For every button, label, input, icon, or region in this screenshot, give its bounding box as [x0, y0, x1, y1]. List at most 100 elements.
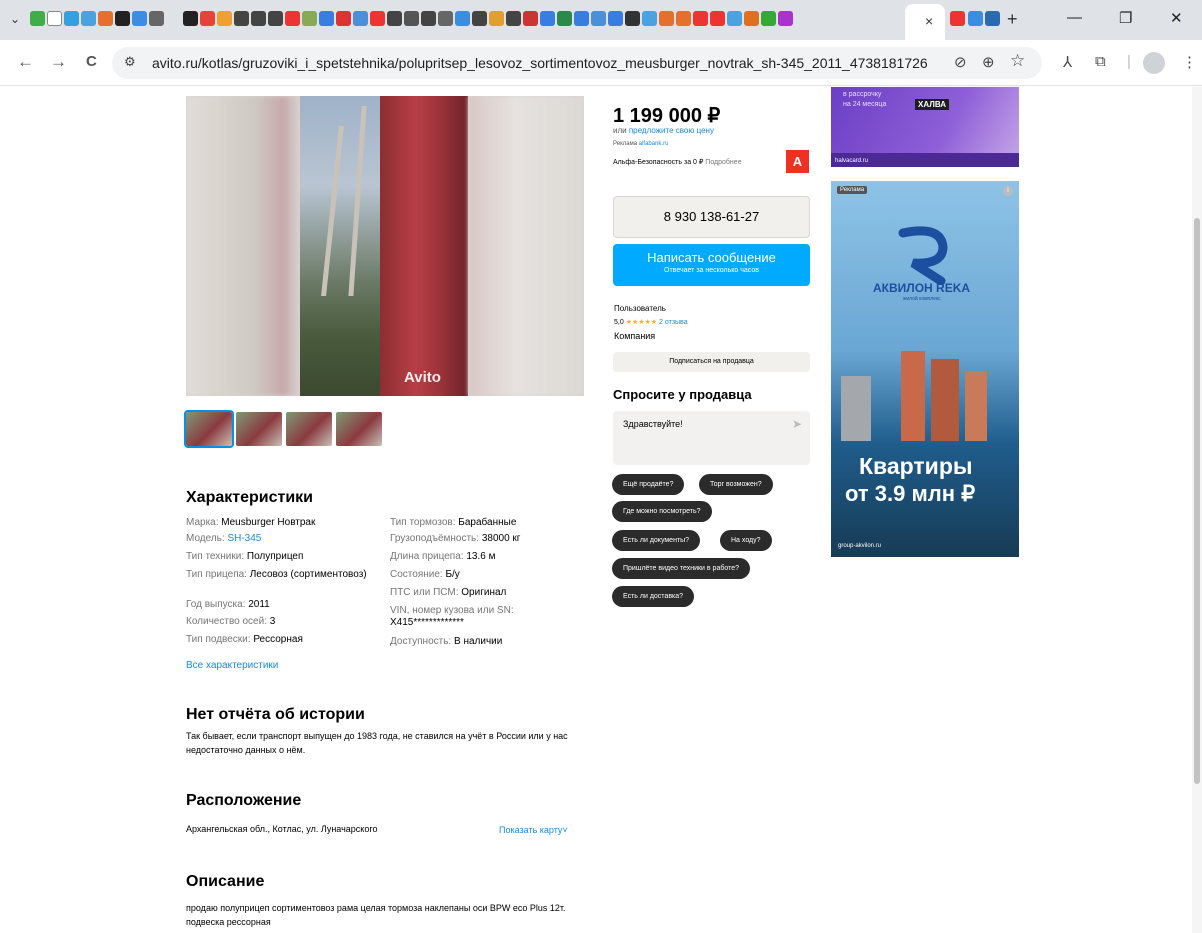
tab-favicon-icon[interactable]	[676, 11, 691, 26]
zoom-icon[interactable]: ⊕	[982, 53, 995, 71]
bookmark-star-icon[interactable]: ☆	[1010, 51, 1025, 71]
extension-icon[interactable]: ⅄	[1063, 53, 1072, 71]
tab-favicon-icon[interactable]	[30, 11, 45, 26]
tab-favicon-icon[interactable]	[574, 11, 589, 26]
menu-icon[interactable]: ⋮	[1182, 53, 1197, 71]
eye-off-icon[interactable]: ⊘	[954, 53, 967, 71]
subscribe-button[interactable]: Подписаться на продавца	[613, 352, 810, 372]
seller-name[interactable]: Пользователь	[614, 304, 666, 313]
tab-favicon-icon[interactable]	[778, 11, 793, 26]
url-text[interactable]: avito.ru/kotlas/gruzoviki_i_spetstehnika…	[152, 55, 928, 71]
alfa-logo[interactable]: А	[786, 150, 809, 173]
tab-favicon-icon[interactable]	[472, 11, 487, 26]
tab-favicon-icon[interactable]	[200, 11, 215, 26]
ad-info-icon[interactable]: i	[1003, 186, 1013, 196]
all-specs-link[interactable]: Все характеристики	[186, 660, 278, 672]
tab-favicon-icon[interactable]	[268, 11, 283, 26]
ad-banner-top[interactable]: в рассрочку на 24 месяца ХАЛВА halvacard…	[831, 87, 1019, 167]
forward-icon[interactable]: →	[50, 52, 67, 72]
tab-favicon-icon[interactable]	[489, 11, 504, 26]
profile-avatar[interactable]	[1143, 52, 1165, 74]
tab-favicon-icon[interactable]	[353, 11, 368, 26]
tab-favicon-icon[interactable]	[950, 11, 965, 26]
phone-button[interactable]: 8 930 138-61-27	[613, 196, 810, 238]
tab-favicon-icon[interactable]	[319, 11, 334, 26]
tab-favicon-icon[interactable]	[370, 11, 385, 26]
tab-favicon-icon[interactable]	[302, 11, 317, 26]
quick-question-chip[interactable]: Пришлёте видео техники в работе?	[612, 558, 751, 579]
ad-banner-main[interactable]: Реклама i АКВИЛОН REKA жилой комплекс Кв…	[831, 181, 1019, 557]
ad-domain-link[interactable]: alfabank.ru	[639, 141, 669, 147]
tab-favicon-icon[interactable]	[251, 11, 266, 26]
reload-icon[interactable]: C	[86, 53, 97, 70]
insurance-more-link[interactable]: Подробнее	[705, 159, 741, 166]
site-info-icon[interactable]: ⚙	[124, 54, 136, 70]
back-icon[interactable]: ←	[17, 52, 34, 72]
tab-favicon-icon[interactable]	[540, 11, 555, 26]
tab-favicon-icon[interactable]	[625, 11, 640, 26]
puzzle-icon[interactable]: ⧉	[1095, 53, 1106, 70]
tab-favicon-icon[interactable]	[744, 11, 759, 26]
write-message-button[interactable]: Написать сообщение Отвечает за несколько…	[613, 244, 810, 286]
tab-favicon-icon[interactable]	[183, 11, 198, 26]
tab-favicon-icon[interactable]	[81, 11, 96, 26]
tab-favicon-icon[interactable]	[693, 11, 708, 26]
new-tab-button[interactable]: +	[1007, 9, 1018, 30]
offer-price-link[interactable]: предложите свою цену	[629, 126, 714, 135]
thumbnail[interactable]	[236, 412, 282, 446]
tab-favicon-icon[interactable]	[166, 11, 181, 26]
tab-favicon-icon[interactable]	[506, 11, 521, 26]
tab-search-icon[interactable]: ⌄	[10, 12, 20, 26]
tab-favicon-icon[interactable]	[404, 11, 419, 26]
tab-favicon-icon[interactable]	[608, 11, 623, 26]
model-link[interactable]: SH-345	[227, 533, 261, 544]
tab-favicon-icon[interactable]	[455, 11, 470, 26]
send-icon[interactable]: ➤	[792, 417, 802, 431]
tab-favicon-icon[interactable]	[47, 11, 62, 26]
tab-favicon-icon[interactable]	[985, 11, 1000, 26]
quick-question-chip[interactable]: На ходу?	[720, 530, 772, 551]
tab-favicon-icon[interactable]	[98, 11, 113, 26]
show-map-link[interactable]: Показать карту˅	[499, 823, 568, 837]
tab-favicon-icon[interactable]	[968, 11, 983, 26]
thumbnail[interactable]	[336, 412, 382, 446]
tab-favicon-icon[interactable]	[285, 11, 300, 26]
tab-favicon-icon[interactable]	[659, 11, 674, 26]
scrollbar-thumb[interactable]	[1194, 218, 1200, 784]
address-bar[interactable]: ⚙ avito.ru/kotlas/gruzoviki_i_spetstehni…	[112, 47, 1042, 79]
main-photo[interactable]	[300, 96, 468, 396]
thumbnail[interactable]	[286, 412, 332, 446]
tab-favicon-icon[interactable]	[710, 11, 725, 26]
tab-favicon-icon[interactable]	[642, 11, 657, 26]
tab-favicon-icon[interactable]	[336, 11, 351, 26]
tab-favicon-icon[interactable]	[761, 11, 776, 26]
tab-favicon-icon[interactable]	[115, 11, 130, 26]
close-window-icon[interactable]: ✕	[1170, 9, 1183, 27]
tab-favicon-icon[interactable]	[421, 11, 436, 26]
restore-icon[interactable]: ❐	[1119, 9, 1132, 27]
close-tab-icon[interactable]: ×	[925, 13, 933, 29]
quick-question-chip[interactable]: Торг возможен?	[699, 474, 773, 495]
pinned-tabs[interactable]	[30, 11, 793, 26]
tab-favicon-icon[interactable]	[557, 11, 572, 26]
quick-question-chip[interactable]: Есть ли документы?	[612, 530, 701, 551]
tab-favicon-icon[interactable]	[438, 11, 453, 26]
ask-input[interactable]: Здравствуйте! ➤	[613, 411, 810, 465]
thumbnail[interactable]	[184, 410, 234, 448]
active-tab[interactable]: ×	[905, 4, 945, 40]
photo-gallery[interactable]: Avito	[186, 96, 584, 396]
tab-favicon-icon[interactable]	[523, 11, 538, 26]
tab-favicon-icon[interactable]	[217, 11, 232, 26]
tab-favicon-icon[interactable]	[387, 11, 402, 26]
minimize-icon[interactable]: —	[1067, 9, 1082, 26]
quick-question-chip[interactable]: Ещё продаёте?	[612, 474, 685, 495]
tab-favicon-icon[interactable]	[64, 11, 79, 26]
tab-favicon-icon[interactable]	[132, 11, 147, 26]
quick-question-chip[interactable]: Где можно посмотреть?	[612, 501, 712, 522]
quick-question-chip[interactable]: Есть ли доставка?	[612, 586, 695, 607]
reviews-link[interactable]: 2 отзыва	[659, 319, 688, 326]
tab-favicon-icon[interactable]	[234, 11, 249, 26]
tab-favicon-icon[interactable]	[149, 11, 164, 26]
tab-favicon-icon[interactable]	[727, 11, 742, 26]
tab-favicon-icon[interactable]	[591, 11, 606, 26]
